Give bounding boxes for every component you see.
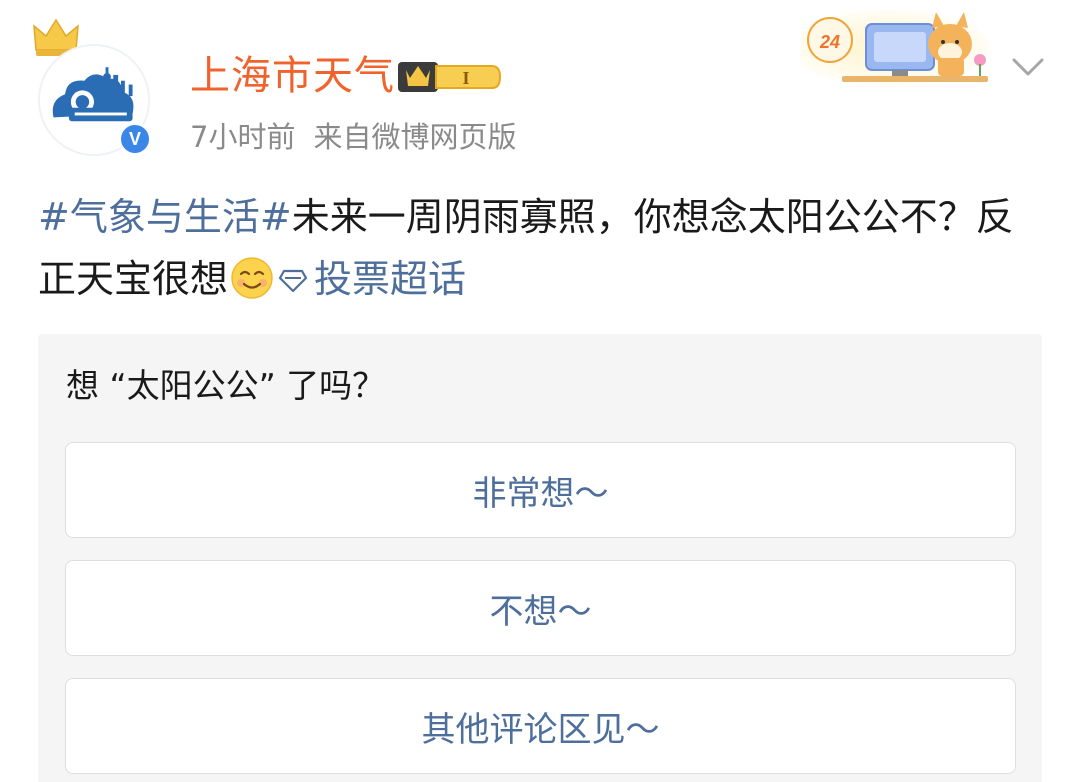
post-meta: 7小时前 来自微博网页版 [190, 118, 516, 156]
card-decoration-icon: 24 [800, 10, 990, 86]
avatar-group[interactable]: V [32, 18, 157, 156]
post-time[interactable]: 7小时前 [190, 120, 295, 154]
badge-number: 24 [819, 32, 840, 52]
poll-option-1[interactable]: 非常想～ [65, 442, 1016, 538]
author-name[interactable]: 上海市天气 [190, 50, 395, 102]
smile-emoji-icon [231, 257, 273, 299]
vip-level-badge-icon[interactable]: I [396, 58, 502, 96]
vip-level-text: I [462, 68, 469, 88]
verified-badge-icon: V [118, 122, 152, 156]
post-source: 来自微博网页版 [313, 120, 517, 154]
chevron-down-icon[interactable] [1010, 52, 1046, 80]
supertopic-link[interactable]: 投票超话 [314, 257, 466, 301]
weibo-post: V 上海市天气 I 7小时前 来自微博网页版 24 #气象与生活#未来一周阴雨寡… [0, 0, 1080, 782]
diamond-supertopic-icon [278, 269, 308, 293]
poll-question: 想 “太阳公公” 了吗？ [66, 366, 386, 405]
poll-card: 想 “太阳公公” 了吗？ 非常想～ 不想～ 其他评论区见～ [38, 334, 1042, 782]
poll-option-2[interactable]: 不想～ [65, 560, 1016, 656]
hashtag-link[interactable]: #气象与生活# [38, 195, 292, 239]
poll-option-3[interactable]: 其他评论区见～ [65, 678, 1016, 774]
post-body: #气象与生活#未来一周阴雨寡照，你想念太阳公公不？反正天宝很想 投票超话 [38, 186, 1048, 310]
